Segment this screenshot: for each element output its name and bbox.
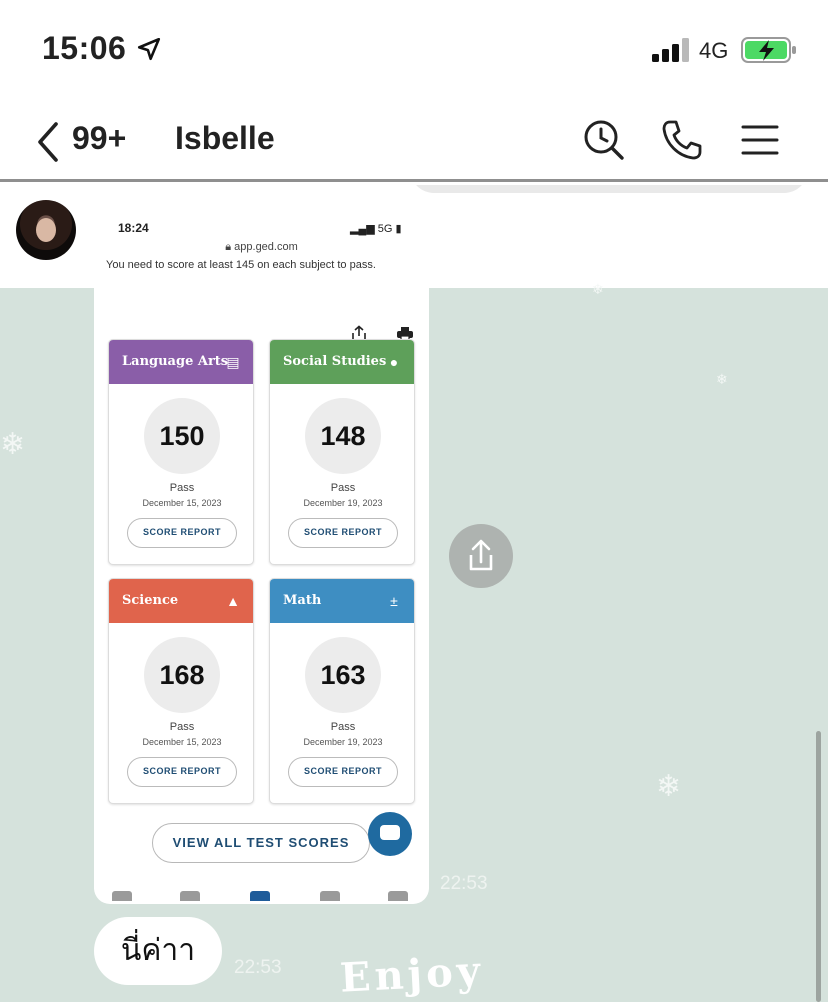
score-report-button: SCORE REPORT bbox=[127, 518, 237, 548]
chat-header: 99+ Isbelle bbox=[0, 100, 828, 182]
contact-avatar[interactable] bbox=[16, 200, 76, 260]
image-message[interactable]: 18:24 ▂▄▆ 5G ▮ 🔒︎ app.ged.com You need t… bbox=[94, 197, 429, 904]
books-icon bbox=[180, 891, 200, 901]
card-subject: Science bbox=[122, 593, 179, 608]
message-timestamp: 22:53 bbox=[440, 873, 488, 894]
score-value: 163 bbox=[305, 637, 381, 713]
test-date: December 19, 2023 bbox=[303, 498, 383, 508]
score-report-button: SCORE REPORT bbox=[288, 757, 398, 787]
screenshot-bottom-nav bbox=[94, 885, 429, 904]
score-value: 150 bbox=[144, 398, 220, 474]
calculator-icon: ± bbox=[390, 593, 398, 609]
location-arrow-icon bbox=[137, 37, 161, 61]
menu-hamburger-icon[interactable] bbox=[738, 118, 782, 162]
view-all-scores-button: VIEW ALL TEST SCORES bbox=[152, 823, 370, 863]
book-icon: ▤ bbox=[226, 354, 240, 370]
screenshot-signal: ▂▄▆ 5G ▮ bbox=[350, 222, 402, 235]
previous-message-bubble[interactable] bbox=[410, 185, 808, 193]
flask-icon: ▲ bbox=[226, 593, 240, 609]
pass-requirement-note: You need to score at least 145 on each s… bbox=[106, 259, 376, 271]
snowflake-decoration: ❄ bbox=[592, 281, 604, 297]
score-value: 168 bbox=[144, 637, 220, 713]
score-report-button: SCORE REPORT bbox=[288, 518, 398, 548]
notifications-icon bbox=[320, 891, 340, 901]
phone-call-icon[interactable] bbox=[660, 118, 704, 162]
screenshot-signal-bars-icon: ▂▄▆ bbox=[350, 223, 375, 235]
pass-status: Pass bbox=[169, 482, 195, 494]
scores-icon bbox=[250, 891, 270, 901]
card-subject: Social Studies bbox=[283, 354, 387, 369]
card-subject: Language Arts bbox=[122, 354, 229, 369]
network-type: 4G bbox=[699, 38, 729, 63]
lock-icon: 🔒︎ bbox=[225, 241, 232, 253]
background-sticker-text: Enjoy bbox=[338, 947, 486, 1002]
chat-area[interactable]: ❄ ❄ ❄ ❄ 18:24 ▂▄▆ 5G ▮ 🔒︎ app.ged.com Yo… bbox=[0, 185, 828, 1002]
screenshot-url: 🔒︎ app.ged.com bbox=[94, 241, 429, 254]
score-value: 148 bbox=[305, 398, 381, 474]
screenshot-status-time: 18:24 bbox=[118, 221, 149, 235]
globe-icon: ● bbox=[389, 354, 399, 370]
search-history-icon[interactable] bbox=[582, 118, 626, 162]
score-card-language-arts[interactable]: Language Arts ▤ 150 Pass December 15, 20… bbox=[108, 339, 254, 565]
chat-bubble-icon bbox=[368, 812, 412, 856]
screenshot-battery-icon: ▮ bbox=[395, 223, 402, 235]
share-icon[interactable] bbox=[449, 524, 513, 588]
score-card-social-studies[interactable]: Social Studies ● 148 Pass December 19, 2… bbox=[269, 339, 415, 565]
test-date: December 19, 2023 bbox=[303, 737, 383, 747]
pass-status: Pass bbox=[330, 721, 356, 733]
unread-count[interactable]: 99+ bbox=[72, 120, 126, 157]
menu-icon bbox=[388, 891, 408, 901]
status-time: 15:06 bbox=[42, 30, 127, 66]
message-timestamp: 22:53 bbox=[234, 957, 282, 978]
score-card-math[interactable]: Math ± 163 Pass December 19, 2023 SCORE … bbox=[269, 578, 415, 804]
snowflake-decoration: ❄ bbox=[0, 428, 26, 461]
pass-status: Pass bbox=[330, 482, 356, 494]
chat-title: Isbelle bbox=[175, 120, 275, 156]
score-report-button: SCORE REPORT bbox=[127, 757, 237, 787]
cellular-signal-icon bbox=[652, 38, 689, 62]
text-message[interactable]: นี่ค่าา bbox=[94, 917, 222, 985]
snowflake-decoration: ❄ bbox=[716, 371, 728, 387]
scrollbar[interactable] bbox=[816, 731, 821, 1002]
snowflake-decoration: ❄ bbox=[656, 770, 682, 803]
card-subject: Math bbox=[283, 593, 322, 608]
screenshot-url-text: app.ged.com bbox=[234, 241, 298, 253]
score-card-science[interactable]: Science ▲ 168 Pass December 15, 2023 SCO… bbox=[108, 578, 254, 804]
home-icon bbox=[112, 891, 132, 901]
pass-status: Pass bbox=[169, 721, 195, 733]
status-bar: 15:06 4G bbox=[0, 0, 828, 100]
test-date: December 15, 2023 bbox=[142, 737, 222, 747]
screenshot-network: 5G bbox=[377, 223, 393, 235]
back-chevron-icon[interactable] bbox=[34, 120, 64, 164]
battery-charging-icon bbox=[741, 37, 796, 63]
test-date: December 15, 2023 bbox=[142, 498, 222, 508]
